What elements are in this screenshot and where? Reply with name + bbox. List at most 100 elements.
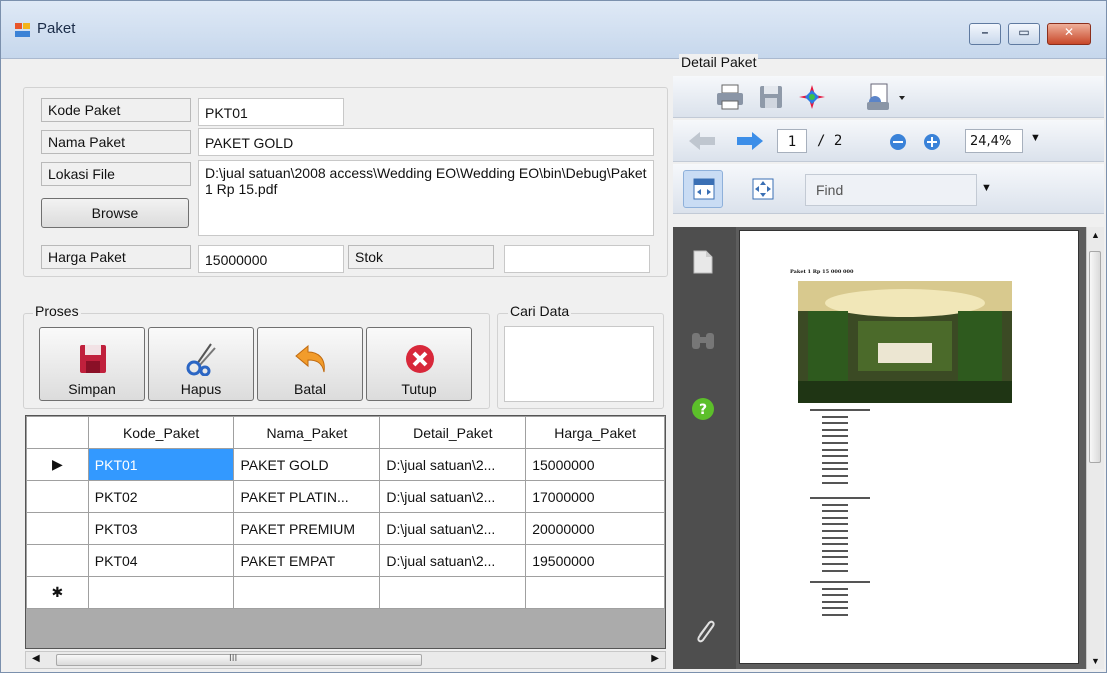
document-text-line xyxy=(822,569,848,572)
table-row[interactable]: PKT03 PAKET PREMIUM D:\jual satuan\2... … xyxy=(26,512,665,545)
scroll-down-arrow-icon[interactable]: ▼ xyxy=(1091,656,1100,666)
simpan-label: Simpan xyxy=(68,381,116,397)
pdf-toolbar-2: 1 / 2 24,4% ▼ xyxy=(673,120,1104,162)
page-number-input[interactable]: 1 xyxy=(777,129,807,153)
browse-button[interactable]: Browse xyxy=(41,198,189,228)
grid-cell[interactable]: D:\jual satuan\2... xyxy=(379,512,527,545)
adobe-logo-icon[interactable] xyxy=(797,83,827,111)
new-row-marker[interactable]: ✱ xyxy=(26,576,89,609)
table-row[interactable]: PKT02 PAKET PLATIN... D:\jual satuan\2..… xyxy=(26,480,665,513)
page-setup-dropdown-icon[interactable] xyxy=(865,82,909,112)
grid-cell[interactable]: 17000000 xyxy=(525,480,665,513)
grid-cell[interactable]: PAKET GOLD xyxy=(233,448,381,481)
cari-data-input[interactable] xyxy=(504,326,654,402)
pdf-vertical-scrollbar[interactable]: ▲ ▼ xyxy=(1086,227,1104,669)
grid-cell[interactable]: PAKET PLATIN... xyxy=(233,480,381,513)
current-row-marker[interactable]: ▶ xyxy=(26,448,89,481)
grid-cell[interactable]: PKT02 xyxy=(87,480,235,513)
grid-cell[interactable] xyxy=(525,576,665,609)
document-text-line xyxy=(822,468,848,471)
grid-cell[interactable] xyxy=(87,576,235,609)
column-header-kode[interactable]: Kode_Paket xyxy=(87,416,235,449)
paket-window: Paket – ▭ ✕ Kode Paket PKT01 Nama Paket … xyxy=(0,0,1107,673)
cari-data-legend: Cari Data xyxy=(508,303,572,319)
hapus-label: Hapus xyxy=(180,381,222,397)
scroll-right-arrow-icon[interactable]: ▶ xyxy=(651,653,659,664)
binoculars-icon[interactable] xyxy=(690,329,716,351)
grid-horizontal-scrollbar[interactable]: ◀ III ▶ xyxy=(25,651,666,669)
nama-paket-input[interactable]: PAKET GOLD xyxy=(198,128,654,156)
table-row[interactable]: ▶ PKT01 PAKET GOLD D:\jual satuan\2... 1… xyxy=(26,448,665,481)
pdf-toolbar-1 xyxy=(673,76,1104,118)
print-icon[interactable] xyxy=(715,83,745,111)
grid-cell[interactable]: D:\jual satuan\2... xyxy=(379,544,527,577)
stok-input[interactable] xyxy=(504,245,650,273)
column-header-harga[interactable]: Harga_Paket xyxy=(525,416,665,449)
find-dropdown-chevron-down-icon[interactable]: ▼ xyxy=(981,182,992,194)
grid-cell[interactable]: 19500000 xyxy=(525,544,665,577)
grid-cell[interactable]: 20000000 xyxy=(525,512,665,545)
kode-paket-input[interactable]: PKT01 xyxy=(198,98,344,126)
zoom-level-input[interactable]: 24,4% xyxy=(965,129,1023,153)
document-text-line xyxy=(822,415,848,418)
scroll-left-arrow-icon[interactable]: ◀ xyxy=(32,653,40,664)
tutup-button[interactable]: Tutup xyxy=(366,327,472,401)
left-panel: Kode Paket PKT01 Nama Paket PAKET GOLD L… xyxy=(23,61,668,669)
save-icon xyxy=(80,345,106,373)
paket-datagrid[interactable]: Kode_Paket Nama_Paket Detail_Paket Harga… xyxy=(25,415,666,649)
document-text-line xyxy=(810,497,870,499)
lokasi-file-input[interactable]: D:\jual satuan\2008 access\Wedding EO\We… xyxy=(198,160,654,236)
simpan-button[interactable]: Simpan xyxy=(39,327,145,401)
next-page-icon[interactable] xyxy=(735,130,765,152)
grid-scroll-thumb[interactable]: III xyxy=(56,653,422,666)
grid-cell[interactable] xyxy=(379,576,527,609)
grid-cell[interactable]: PAKET EMPAT xyxy=(233,544,381,577)
column-header-detail[interactable]: Detail_Paket xyxy=(379,416,527,449)
column-header-nama[interactable]: Nama_Paket xyxy=(233,416,381,449)
zoom-dropdown-chevron-down-icon[interactable]: ▼ xyxy=(1030,132,1041,144)
grid-cell[interactable]: 15000000 xyxy=(525,448,665,481)
svg-text:?: ? xyxy=(699,402,707,418)
batal-button[interactable]: Batal xyxy=(257,327,363,401)
grid-cell[interactable]: PKT04 xyxy=(87,544,235,577)
attachment-icon[interactable] xyxy=(693,619,717,647)
document-text-line xyxy=(822,530,848,532)
tutup-label: Tutup xyxy=(401,381,437,397)
detail-paket-panel: Detail Paket 1 / 2 24,4% ▼ Find ▼ ? Pake… xyxy=(673,54,1104,669)
maximize-button[interactable]: ▭ xyxy=(1008,23,1040,45)
document-text-line xyxy=(822,563,848,565)
grid-cell[interactable]: D:\jual satuan\2... xyxy=(379,480,527,513)
new-row[interactable]: ✱ xyxy=(26,576,665,609)
nama-paket-label: Nama Paket xyxy=(41,130,191,154)
grid-cell[interactable]: PKT01 xyxy=(87,448,235,481)
grid-cell[interactable]: PAKET PREMIUM xyxy=(233,512,381,545)
harga-paket-label: Harga Paket xyxy=(41,245,191,269)
document-text-line xyxy=(822,600,848,603)
grid-cell[interactable]: D:\jual satuan\2... xyxy=(379,448,527,481)
minimize-button[interactable]: – xyxy=(969,23,1001,45)
help-icon[interactable]: ? xyxy=(691,397,715,421)
save-disk-icon[interactable] xyxy=(757,83,785,111)
table-row[interactable]: PKT04 PAKET EMPAT D:\jual satuan\2... 19… xyxy=(26,544,665,577)
close-button[interactable]: ✕ xyxy=(1047,23,1091,45)
find-input[interactable]: Find xyxy=(805,174,977,206)
fit-width-button[interactable] xyxy=(683,170,723,208)
detail-paket-title: Detail Paket xyxy=(679,54,759,70)
previous-page-icon[interactable] xyxy=(687,130,717,152)
row-header[interactable] xyxy=(26,544,89,577)
zoom-out-icon[interactable] xyxy=(889,133,907,151)
fit-width-icon xyxy=(693,178,715,200)
fit-page-icon[interactable] xyxy=(751,177,775,201)
zoom-in-icon[interactable] xyxy=(923,133,941,151)
grid-cell[interactable] xyxy=(233,576,381,609)
pages-icon[interactable] xyxy=(691,249,715,275)
harga-paket-input[interactable]: 15000000 xyxy=(198,245,344,273)
row-header[interactable] xyxy=(26,512,89,545)
scroll-up-arrow-icon[interactable]: ▲ xyxy=(1091,230,1100,240)
row-header[interactable] xyxy=(26,480,89,513)
document-text-line xyxy=(822,543,848,546)
hapus-button[interactable]: Hapus xyxy=(148,327,254,401)
grid-cell[interactable]: PKT03 xyxy=(87,512,235,545)
pdf-scroll-thumb[interactable] xyxy=(1089,251,1101,463)
kode-paket-label: Kode Paket xyxy=(41,98,191,122)
